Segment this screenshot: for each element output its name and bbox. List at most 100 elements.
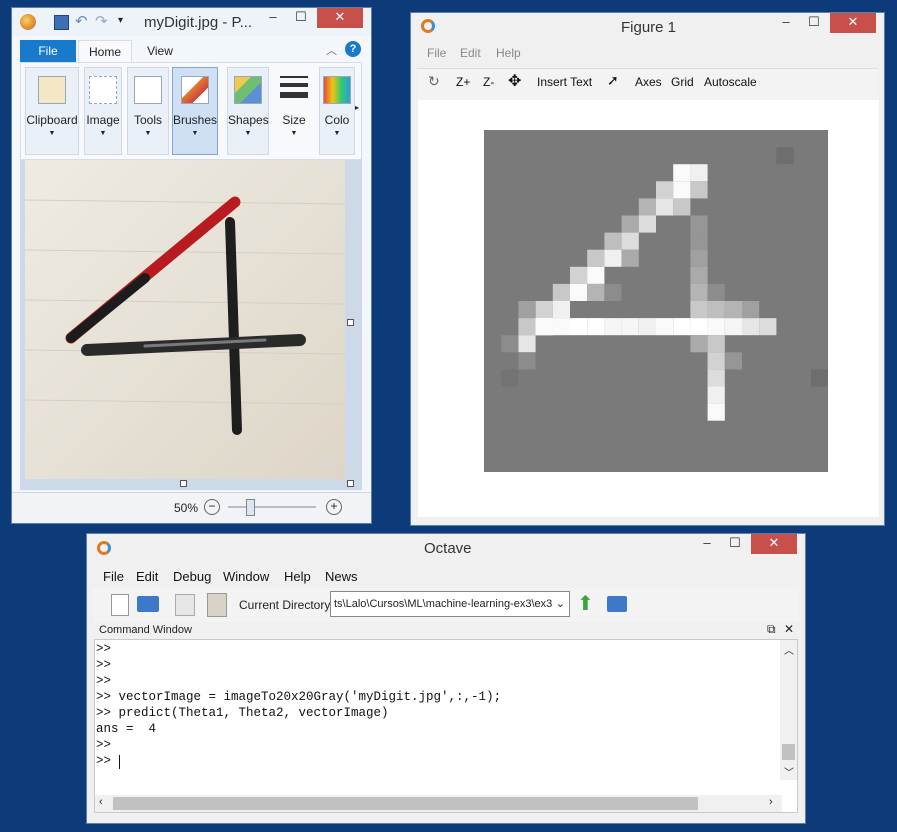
help-icon[interactable]: ? xyxy=(345,41,361,57)
menu-edit[interactable]: Edit xyxy=(460,46,481,60)
zoom-out-button[interactable]: Z- xyxy=(483,75,494,89)
horizontal-scrollbar[interactable]: ‹ › xyxy=(95,795,782,812)
paint-statusbar: 50% − + xyxy=(12,492,371,523)
tab-view[interactable]: View xyxy=(134,40,186,62)
menu-edit[interactable]: Edit xyxy=(136,569,158,584)
resize-handle[interactable] xyxy=(347,319,354,326)
collapse-ribbon-icon[interactable]: ︿ xyxy=(326,42,337,58)
shapes-icon xyxy=(234,76,262,104)
octave-titlebar: Octave – ☐ ✕ xyxy=(87,534,805,562)
menu-file[interactable]: File xyxy=(103,569,124,584)
menu-help[interactable]: Help xyxy=(496,46,521,60)
rotate-icon[interactable]: ↻ xyxy=(428,73,440,90)
parent-directory-icon[interactable]: ⬆ xyxy=(577,591,594,616)
grid-button[interactable]: Grid xyxy=(671,75,694,89)
pan-icon[interactable]: ✥ xyxy=(508,71,521,91)
insert-text-button[interactable]: Insert Text xyxy=(537,75,592,89)
current-directory-select[interactable]: ts\Lalo\Cursos\ML\machine-learning-ex3\e… xyxy=(330,591,570,617)
tab-file[interactable]: File xyxy=(20,40,76,62)
octave-window: Octave – ☐ ✕ File Edit Debug Window Help… xyxy=(86,533,806,824)
figure-title: Figure 1 xyxy=(621,19,677,36)
resize-handle[interactable] xyxy=(180,480,187,487)
zoom-in-button[interactable]: Z+ xyxy=(456,75,470,89)
paste-icon[interactable] xyxy=(207,593,227,617)
digit-pixel xyxy=(638,215,656,233)
tab-home[interactable]: Home xyxy=(78,40,132,62)
browse-folder-icon[interactable] xyxy=(607,596,627,612)
axes-button[interactable]: Axes xyxy=(635,75,662,89)
open-folder-icon[interactable] xyxy=(137,596,159,612)
zoom-slider-thumb[interactable] xyxy=(246,499,255,516)
scroll-thumb[interactable] xyxy=(113,797,698,810)
ribbon-group-size[interactable]: Size ▼ xyxy=(274,67,314,155)
digit-pixel xyxy=(707,301,725,319)
digit-pixel xyxy=(707,283,725,301)
maximize-button[interactable]: ☐ xyxy=(287,8,315,28)
ribbon-group-colors[interactable]: Colo ▼ xyxy=(319,67,355,155)
figure-titlebar: Figure 1 – ☐ ✕ xyxy=(411,13,884,41)
menu-news[interactable]: News xyxy=(325,569,358,584)
digit-pixel xyxy=(535,318,553,336)
scroll-up-icon[interactable]: ︿ xyxy=(784,642,794,657)
figure-window: Figure 1 – ☐ ✕ File Edit Help ↻ Z+ Z- ✥ … xyxy=(410,12,885,526)
digit-pixel xyxy=(587,266,605,284)
command-window[interactable]: >> >> >> >> vectorImage = imageTo20x20Gr… xyxy=(94,639,798,813)
octave-logo-icon xyxy=(421,19,435,33)
new-file-icon[interactable] xyxy=(111,594,129,616)
quick-access-dropdown-icon[interactable]: ▾ xyxy=(118,15,123,26)
digit-pixel xyxy=(638,198,656,216)
scroll-down-icon[interactable]: ﹀ xyxy=(784,764,794,779)
autoscale-button[interactable]: Autoscale xyxy=(704,75,757,89)
ribbon-group-image[interactable]: Image ▼ xyxy=(84,67,122,155)
save-icon[interactable] xyxy=(54,15,69,30)
chevron-down-icon: ⌄ xyxy=(555,598,565,610)
digit-pixel xyxy=(570,266,588,284)
copy-icon[interactable] xyxy=(175,594,195,616)
digit-pixel xyxy=(776,147,794,165)
scroll-right-icon[interactable]: › xyxy=(769,796,773,808)
resize-handle[interactable] xyxy=(347,480,354,487)
ribbon-scroll-right-icon[interactable]: ▸ xyxy=(355,103,359,112)
ribbon-group-brushes[interactable]: Brushes ▼ xyxy=(172,67,218,155)
zoom-in-icon[interactable]: + xyxy=(326,499,342,515)
minimize-button[interactable]: – xyxy=(772,13,800,33)
paint-app-icon xyxy=(20,14,36,30)
close-button[interactable]: ✕ xyxy=(751,534,797,554)
digit-pixel xyxy=(587,318,605,336)
paint-title: myDigit.jpg - P... xyxy=(144,14,253,31)
zoom-level: 50% xyxy=(174,501,199,515)
select-icon xyxy=(89,76,117,104)
select-arrow-icon[interactable]: ➚ xyxy=(607,72,619,89)
menu-file[interactable]: File xyxy=(427,46,446,60)
zoom-slider[interactable] xyxy=(228,506,316,508)
vertical-scrollbar[interactable]: ︿ ﹀ xyxy=(780,640,797,780)
digit-pixel xyxy=(742,301,760,319)
scroll-thumb[interactable] xyxy=(782,744,795,760)
menu-help[interactable]: Help xyxy=(284,569,311,584)
undo-icon[interactable]: ↶ xyxy=(75,12,88,30)
digit-image xyxy=(484,130,828,472)
redo-icon[interactable]: ↷ xyxy=(95,12,108,30)
photo-canvas[interactable] xyxy=(25,160,345,479)
maximize-button[interactable]: ☐ xyxy=(800,13,828,33)
digit-pixel xyxy=(621,318,639,336)
current-directory-label: Current Directory: xyxy=(239,598,334,612)
digit-pixel xyxy=(656,198,674,216)
menu-window[interactable]: Window xyxy=(223,569,269,584)
menu-debug[interactable]: Debug xyxy=(173,569,211,584)
close-button[interactable]: ✕ xyxy=(317,8,363,28)
close-panel-icon[interactable]: ✕ xyxy=(784,622,794,636)
digit-pixel xyxy=(690,318,708,336)
ribbon-group-clipboard[interactable]: Clipboard ▼ xyxy=(25,67,79,155)
digit-pixel xyxy=(673,181,691,199)
current-directory-value: ts\Lalo\Cursos\ML\machine-learning-ex3\e… xyxy=(334,598,553,610)
ribbon-group-shapes[interactable]: Shapes ▼ xyxy=(227,67,269,155)
minimize-button[interactable]: – xyxy=(259,8,287,28)
maximize-button[interactable]: ☐ xyxy=(721,534,749,554)
scroll-left-icon[interactable]: ‹ xyxy=(99,796,103,808)
minimize-button[interactable]: – xyxy=(693,534,721,554)
undock-icon[interactable]: ⧉ xyxy=(767,622,776,637)
zoom-out-icon[interactable]: − xyxy=(204,499,220,515)
close-button[interactable]: ✕ xyxy=(830,13,876,33)
ribbon-group-tools[interactable]: Tools ▼ xyxy=(127,67,169,155)
